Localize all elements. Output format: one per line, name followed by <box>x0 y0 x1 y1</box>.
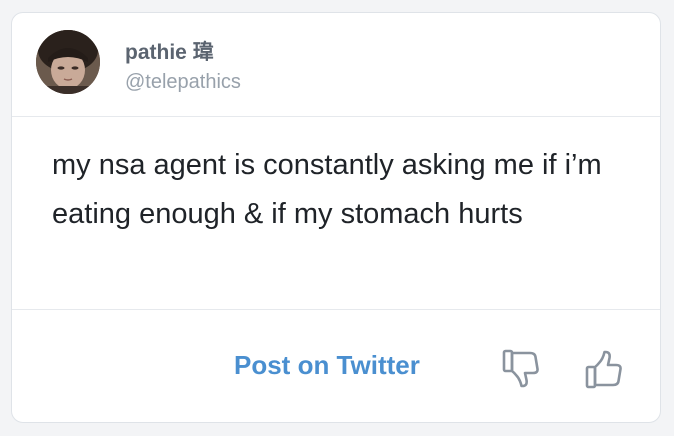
author-handle[interactable]: @telepathics <box>125 71 241 94</box>
author-display-name[interactable]: pathie 瑋 <box>125 36 214 66</box>
post-card: pathie 瑋 @telepathics my nsa agent is co… <box>11 12 661 423</box>
thumbs-up-icon <box>585 350 622 389</box>
avatar[interactable] <box>36 30 100 94</box>
post-text: my nsa agent is constantly asking me if … <box>52 149 602 230</box>
dislike-button[interactable] <box>499 347 543 391</box>
thumbs-down-icon <box>502 349 539 388</box>
avatar-image <box>36 30 100 94</box>
post-on-twitter-link[interactable]: Post on Twitter <box>234 350 420 381</box>
post-footer: Post on Twitter <box>12 309 660 422</box>
post-header: pathie 瑋 @telepathics <box>12 13 660 117</box>
like-button[interactable] <box>582 347 626 391</box>
